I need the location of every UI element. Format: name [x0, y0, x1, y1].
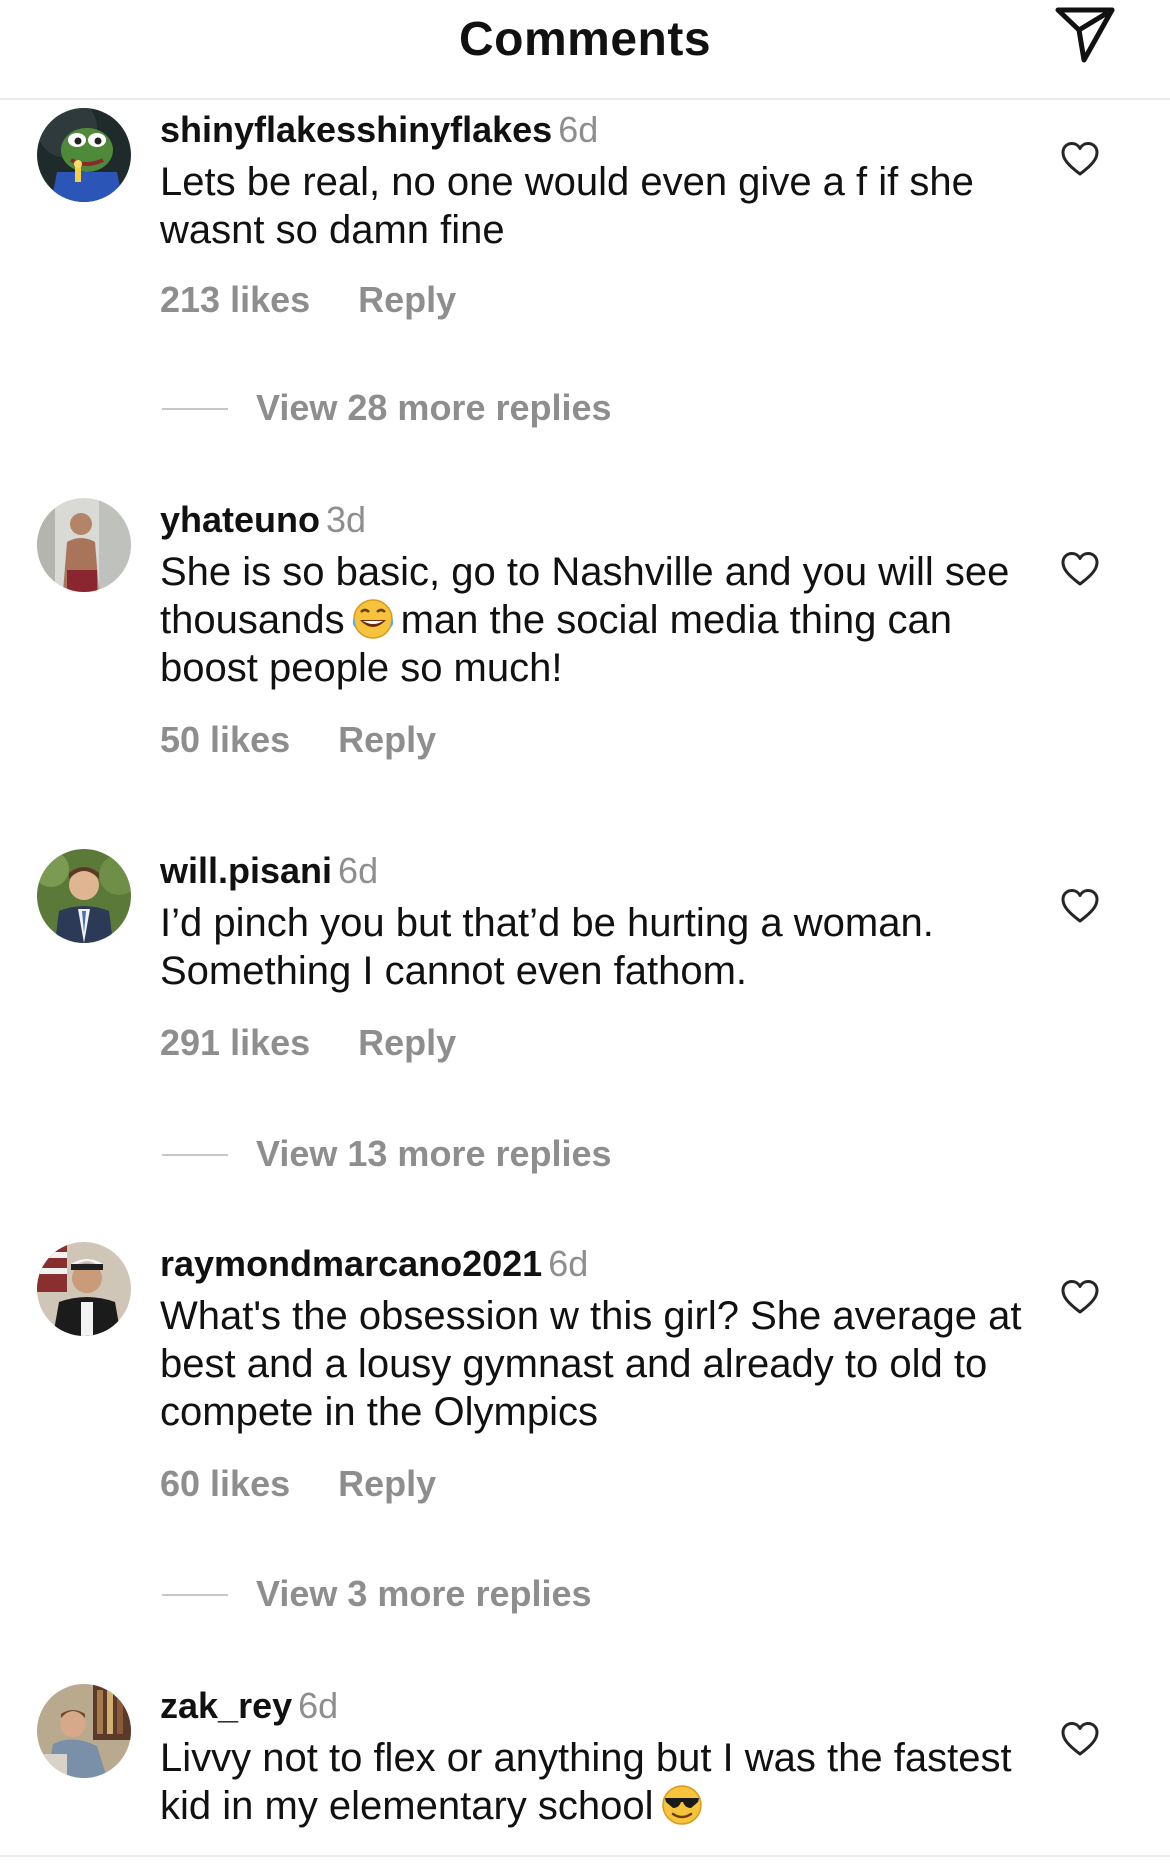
view-replies-button[interactable]: View 3 more replies — [160, 1572, 860, 1616]
heart-icon[interactable] — [1060, 140, 1100, 180]
timestamp: 3d — [326, 499, 367, 540]
comment-header: shinyflakesshinyflakes 6d — [160, 108, 598, 152]
comments-header: Comments — [0, 0, 1170, 100]
replies-divider — [162, 1154, 228, 1156]
person-photo-avatar-icon — [37, 1684, 131, 1778]
username[interactable]: shinyflakesshinyflakes — [160, 109, 552, 150]
comment-text-part: Livvy not to flex or anything but I was … — [160, 1736, 1012, 1828]
timestamp: 6d — [338, 850, 379, 891]
reply-button[interactable]: Reply — [358, 1022, 456, 1063]
comment-text: I’d pinch you but that’d be hurting a wo… — [160, 901, 934, 993]
page-title: Comments — [458, 13, 712, 66]
paper-plane-icon[interactable] — [1050, 2, 1120, 68]
person-photo-avatar-icon — [37, 1242, 131, 1336]
comment-header: yhateuno 3d — [160, 498, 366, 542]
replies-divider — [162, 408, 228, 410]
heart-icon[interactable] — [1060, 550, 1100, 590]
view-replies-label: View 28 more replies — [256, 387, 612, 428]
avatar[interactable] — [37, 498, 131, 592]
username[interactable]: raymondmarcano2021 — [160, 1243, 542, 1284]
comment-header: raymondmarcano2021 6d — [160, 1242, 588, 1286]
comment-actions: 213 likes Reply — [160, 278, 456, 322]
bottom-divider — [0, 1855, 1170, 1857]
comment-header: will.pisani 6d — [160, 849, 378, 893]
avatar[interactable] — [37, 849, 131, 943]
likes-count[interactable]: 213 likes — [160, 279, 310, 320]
comment-text: Livvy not to flex or anything but I was … — [160, 1734, 1030, 1830]
view-replies-button[interactable]: View 28 more replies — [160, 386, 860, 430]
heart-icon[interactable] — [1060, 1720, 1100, 1760]
person-photo-avatar-icon — [37, 849, 131, 943]
view-replies-label: View 13 more replies — [256, 1133, 612, 1174]
comment-actions: 50 likes Reply — [160, 718, 436, 762]
likes-count[interactable]: 60 likes — [160, 1463, 290, 1504]
likes-count[interactable]: 291 likes — [160, 1022, 310, 1063]
view-replies-label: View 3 more replies — [256, 1573, 592, 1614]
timestamp: 6d — [558, 109, 599, 150]
comment-text: She is so basic, go to Nashville and you… — [160, 548, 1030, 692]
reply-button[interactable]: Reply — [338, 1463, 436, 1504]
username[interactable]: yhateuno — [160, 499, 320, 540]
username[interactable]: will.pisani — [160, 850, 332, 891]
reply-button[interactable]: Reply — [358, 279, 456, 320]
person-photo-avatar-icon — [37, 498, 131, 592]
comment-text: What's the obsession w this girl? She av… — [160, 1294, 1022, 1434]
heart-icon[interactable] — [1060, 887, 1100, 927]
comment-actions: 291 likes Reply — [160, 1021, 456, 1065]
comment-text: Lets be real, no one would even give a f… — [160, 160, 974, 252]
avatar[interactable] — [37, 1242, 131, 1336]
timestamp: 6d — [548, 1243, 589, 1284]
face-with-tears-of-joy-icon — [349, 597, 397, 641]
comment-header: zak_rey 6d — [160, 1684, 338, 1728]
replies-divider — [162, 1594, 228, 1596]
username[interactable]: zak_rey — [160, 1685, 292, 1726]
likes-count[interactable]: 50 likes — [160, 719, 290, 760]
reply-button[interactable]: Reply — [338, 719, 436, 760]
heart-icon[interactable] — [1060, 1278, 1100, 1318]
view-replies-button[interactable]: View 13 more replies — [160, 1132, 860, 1176]
timestamp: 6d — [298, 1685, 339, 1726]
avatar[interactable] — [37, 1684, 131, 1778]
avatar[interactable] — [37, 108, 131, 202]
frog-avatar-icon — [37, 108, 131, 202]
comment-actions: 60 likes Reply — [160, 1462, 436, 1506]
smiling-face-with-sunglasses-icon — [658, 1783, 706, 1827]
